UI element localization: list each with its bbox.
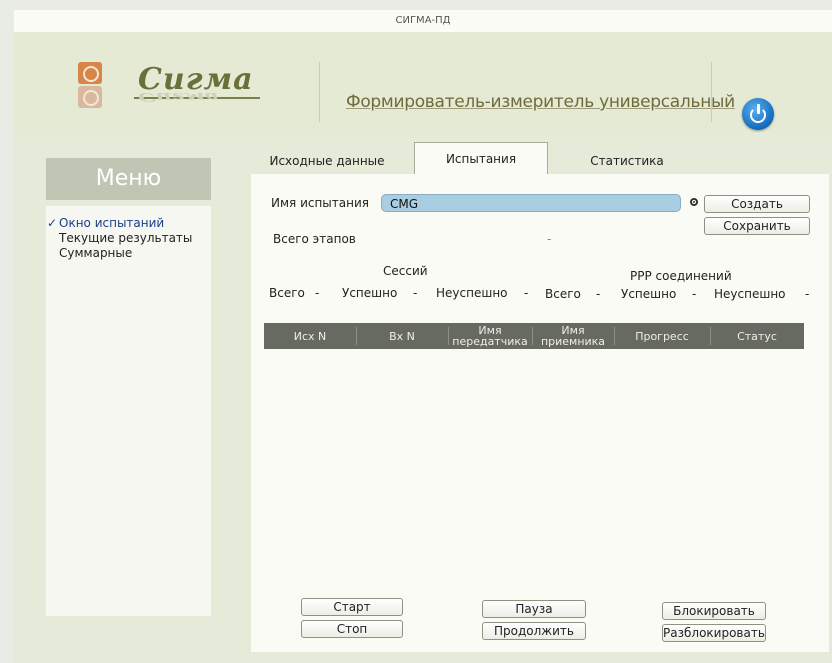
sidebar-menu: ✓ Окно испытаний Текущие результаты Сумм… — [46, 206, 211, 616]
sidebar-item-test-window[interactable]: ✓ Окно испытаний — [46, 216, 211, 231]
sidebar-item-label: Окно испытаний — [59, 216, 165, 230]
sidebar-item-current-results[interactable]: Текущие результаты — [46, 231, 211, 246]
ppp-title: PPP соединений — [630, 269, 732, 283]
sessions-success-value: - — [413, 286, 418, 300]
sessions-total-value: - — [315, 286, 320, 300]
sessions-fail-label: Неуспешно — [436, 286, 508, 300]
sidebar-item-label: Суммарные — [59, 246, 133, 260]
test-name-input[interactable]: CMG — [381, 194, 681, 212]
stages-label: Всего этапов — [273, 232, 356, 246]
tab-source-data[interactable]: Исходные данные — [252, 148, 402, 174]
ppp-success-value: - — [692, 287, 697, 301]
radio-button[interactable] — [690, 198, 698, 206]
window-title: СИГМА-ПД — [14, 10, 832, 33]
column-header[interactable]: Имя приемника — [532, 323, 614, 349]
column-header[interactable]: Статус — [710, 323, 804, 349]
ppp-success-label: Успешно — [621, 287, 677, 301]
tests-panel: Имя испытания CMG Создать Сохранить Всег… — [251, 174, 829, 652]
logo-reflection: Сигма — [138, 89, 220, 104]
unlock-button[interactable]: Разблокировать — [662, 624, 766, 642]
save-button[interactable]: Сохранить — [704, 217, 810, 235]
sessions-success-label: Успешно — [342, 286, 398, 300]
sessions-total-label: Всего — [269, 286, 305, 300]
power-icon[interactable] — [742, 98, 774, 130]
tab-statistics[interactable]: Статистика — [557, 148, 697, 174]
sidebar-item-summary[interactable]: Суммарные — [46, 246, 211, 261]
header-divider — [711, 62, 712, 122]
sessions-title: Сессий — [383, 264, 428, 278]
stages-value: - — [547, 232, 552, 246]
column-header[interactable]: Исх N — [264, 323, 356, 349]
column-header[interactable]: Прогресс — [614, 323, 710, 349]
tab-tests[interactable]: Испытания — [414, 142, 548, 175]
ppp-fail-label: Неуспешно — [714, 287, 786, 301]
header-divider — [319, 62, 320, 122]
column-header[interactable]: Имя передатчика — [448, 323, 532, 349]
app-title: Формирователь-измеритель универсальный — [346, 92, 735, 112]
start-button[interactable]: Старт — [301, 598, 403, 616]
sigma-logo-icon — [78, 62, 102, 108]
resume-button[interactable]: Продолжить — [482, 622, 586, 640]
ppp-total-label: Всего — [545, 287, 581, 301]
app-window: СИГМА-ПД Сигма Сигма Формирователь-измер… — [14, 10, 832, 663]
menu-title: Меню — [46, 158, 211, 200]
app-header: Сигма Сигма Формирователь-измеритель уни… — [14, 32, 832, 132]
pause-button[interactable]: Пауза — [482, 600, 586, 618]
sessions-fail-value: - — [524, 286, 529, 300]
ppp-fail-value: - — [805, 287, 810, 301]
stop-button[interactable]: Стоп — [301, 620, 403, 638]
test-name-label: Имя испытания — [271, 196, 369, 210]
ppp-total-value: - — [596, 287, 601, 301]
checkmark-icon: ✓ — [47, 216, 58, 230]
create-button[interactable]: Создать — [704, 195, 810, 213]
lock-button[interactable]: Блокировать — [662, 602, 766, 620]
column-header[interactable]: Вх N — [356, 323, 448, 349]
sidebar-item-label: Текущие результаты — [59, 231, 193, 245]
results-table-header: Исх N Вх N Имя передатчика Имя приемника… — [264, 323, 804, 349]
